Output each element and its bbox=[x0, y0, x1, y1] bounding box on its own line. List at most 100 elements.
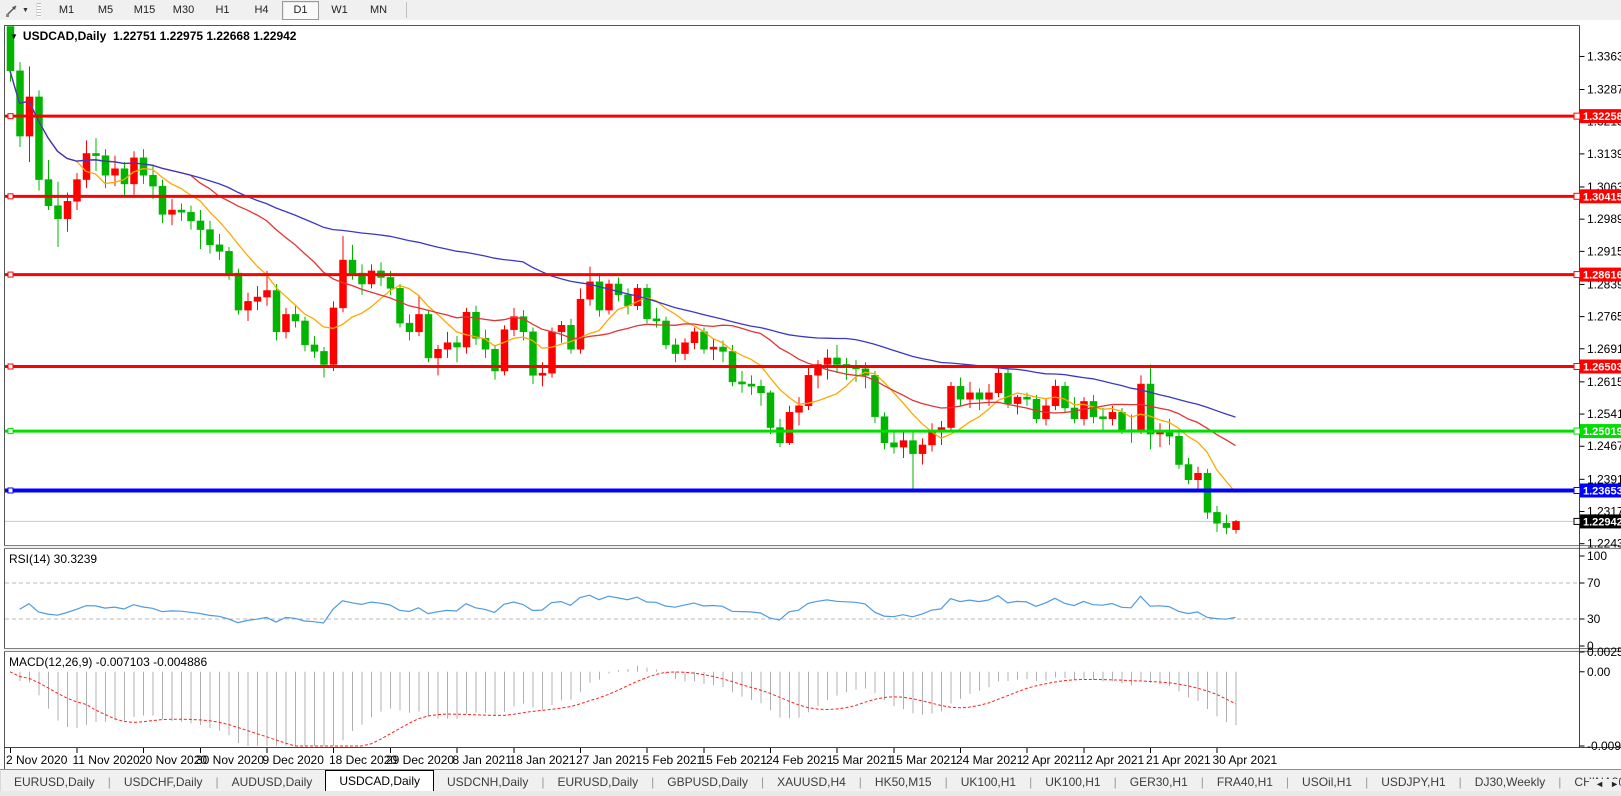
line-handle[interactable] bbox=[8, 364, 13, 369]
candle-body[interactable] bbox=[1005, 373, 1012, 403]
candle-body[interactable] bbox=[283, 314, 290, 331]
candle-body[interactable] bbox=[834, 358, 841, 365]
pane-splitter[interactable] bbox=[4, 546, 1621, 548]
candle-body[interactable] bbox=[188, 212, 195, 221]
candle-body[interactable] bbox=[748, 384, 755, 386]
line-studies-icon[interactable] bbox=[3, 2, 21, 18]
candle-body[interactable] bbox=[121, 169, 128, 184]
candle-body[interactable] bbox=[216, 245, 223, 252]
candle-body[interactable] bbox=[682, 343, 689, 354]
candle-body[interactable] bbox=[539, 373, 546, 375]
candle-body[interactable] bbox=[995, 373, 1002, 393]
chart-title-dropdown-icon[interactable]: ▼ bbox=[10, 32, 18, 41]
candle-body[interactable] bbox=[1090, 401, 1097, 416]
candle-body[interactable] bbox=[767, 393, 774, 428]
toolbar-grip[interactable] bbox=[36, 3, 41, 17]
candle-body[interactable] bbox=[83, 153, 90, 179]
timeframe-button-M15[interactable]: M15 bbox=[126, 1, 163, 20]
moving-average-8[interactable] bbox=[10, 71, 1236, 493]
candle-body[interactable] bbox=[691, 332, 698, 343]
candle-body[interactable] bbox=[1100, 417, 1107, 419]
candle-body[interactable] bbox=[957, 386, 964, 399]
candle-body[interactable] bbox=[701, 332, 708, 349]
candle-body[interactable] bbox=[302, 321, 309, 345]
macd-signal-line[interactable] bbox=[10, 672, 1236, 746]
timeframe-button-M30[interactable]: M30 bbox=[165, 1, 202, 20]
candle-body[interactable] bbox=[254, 297, 261, 301]
candle-body[interactable] bbox=[1033, 399, 1040, 419]
line-handle[interactable] bbox=[8, 194, 13, 199]
candle-body[interactable] bbox=[64, 201, 71, 218]
candle-body[interactable] bbox=[368, 271, 375, 284]
candle-body[interactable] bbox=[140, 158, 147, 175]
candle-body[interactable] bbox=[501, 330, 508, 371]
candle-body[interactable] bbox=[416, 314, 423, 331]
candle-body[interactable] bbox=[45, 180, 52, 206]
candle-body[interactable] bbox=[1052, 386, 1059, 406]
candle-body[interactable] bbox=[454, 343, 461, 347]
candle-body[interactable] bbox=[36, 97, 43, 180]
candle-body[interactable] bbox=[397, 288, 404, 323]
chart-tab-USDJPY-H1[interactable]: USDJPY,H1 bbox=[1368, 773, 1458, 792]
chart-tab-UK100-H1[interactable]: UK100,H1 bbox=[1032, 773, 1113, 792]
chart-tab-EURUSD-Daily[interactable]: EURUSD,Daily bbox=[544, 773, 651, 792]
timeframe-button-W1[interactable]: W1 bbox=[321, 1, 358, 20]
candle-body[interactable] bbox=[444, 343, 451, 350]
candle-body[interactable] bbox=[758, 386, 765, 393]
timeframe-button-M5[interactable]: M5 bbox=[87, 1, 124, 20]
candle-body[interactable] bbox=[891, 443, 898, 447]
line-handle[interactable] bbox=[8, 272, 13, 277]
tool-dropdown-icon[interactable]: ▼ bbox=[22, 7, 32, 14]
candle-body[interactable] bbox=[1214, 512, 1221, 523]
candle-body[interactable] bbox=[55, 206, 62, 219]
candle-body[interactable] bbox=[273, 291, 280, 332]
candle-body[interactable] bbox=[577, 299, 584, 349]
timeframe-button-D1[interactable]: D1 bbox=[282, 1, 319, 20]
candle-body[interactable] bbox=[93, 153, 100, 155]
candle-body[interactable] bbox=[1185, 465, 1192, 480]
candle-body[interactable] bbox=[530, 332, 537, 376]
candle-body[interactable] bbox=[425, 314, 432, 358]
chart-tab-GBPUSD-Daily[interactable]: GBPUSD,Daily bbox=[654, 773, 761, 792]
line-handle[interactable] bbox=[8, 429, 13, 434]
candle-body[interactable] bbox=[245, 301, 252, 310]
candle-body[interactable] bbox=[672, 345, 679, 354]
chart-tab-FRA40-H1[interactable]: FRA40,H1 bbox=[1204, 773, 1286, 792]
candle-body[interactable] bbox=[178, 210, 185, 212]
candle-body[interactable] bbox=[558, 325, 565, 332]
candle-body[interactable] bbox=[644, 288, 651, 318]
candle-body[interactable] bbox=[169, 210, 176, 214]
candle-body[interactable] bbox=[435, 349, 442, 358]
line-handle[interactable] bbox=[8, 488, 13, 493]
chart-tab-AUDUSD-Daily[interactable]: AUDUSD,Daily bbox=[219, 773, 326, 792]
timeframe-button-H1[interactable]: H1 bbox=[204, 1, 241, 20]
candle-body[interactable] bbox=[1071, 408, 1078, 419]
pane-splitter[interactable] bbox=[4, 649, 1621, 651]
candle-body[interactable] bbox=[900, 441, 907, 448]
candle-body[interactable] bbox=[235, 273, 242, 310]
chart-tab-USOil-H1[interactable]: USOil,H1 bbox=[1289, 773, 1365, 792]
candle-body[interactable] bbox=[976, 393, 983, 400]
candle-body[interactable] bbox=[1062, 386, 1069, 408]
candle-body[interactable] bbox=[796, 406, 803, 413]
chart-tab-GER30-H1[interactable]: GER30,H1 bbox=[1117, 773, 1201, 792]
candle-body[interactable] bbox=[739, 382, 746, 384]
candle-body[interactable] bbox=[1233, 521, 1240, 529]
candle-body[interactable] bbox=[321, 351, 328, 364]
candle-body[interactable] bbox=[150, 175, 157, 186]
price-chart[interactable]: 1.336301.328701.321301.313901.306301.298… bbox=[0, 20, 1621, 769]
candle-body[interactable] bbox=[349, 260, 356, 273]
chart-tab-DJ30-Weekly[interactable]: DJ30,Weekly bbox=[1462, 773, 1558, 792]
chart-tab-USDCAD-Daily[interactable]: USDCAD,Daily bbox=[325, 770, 434, 792]
line-handle[interactable] bbox=[8, 114, 13, 119]
candle-body[interactable] bbox=[786, 412, 793, 442]
candle-body[interactable] bbox=[615, 284, 622, 295]
candle-body[interactable] bbox=[1223, 523, 1230, 527]
chart-tab-UK100-H1[interactable]: UK100,H1 bbox=[948, 773, 1029, 792]
candle-body[interactable] bbox=[1204, 473, 1211, 512]
candle-body[interactable] bbox=[74, 180, 81, 202]
chart-tab-USDCNH-Daily[interactable]: USDCNH,Daily bbox=[434, 773, 541, 792]
candle-body[interactable] bbox=[473, 312, 480, 338]
candle-body[interactable] bbox=[1109, 412, 1116, 419]
chart-tab-HK50-M15[interactable]: HK50,M15 bbox=[862, 773, 945, 792]
